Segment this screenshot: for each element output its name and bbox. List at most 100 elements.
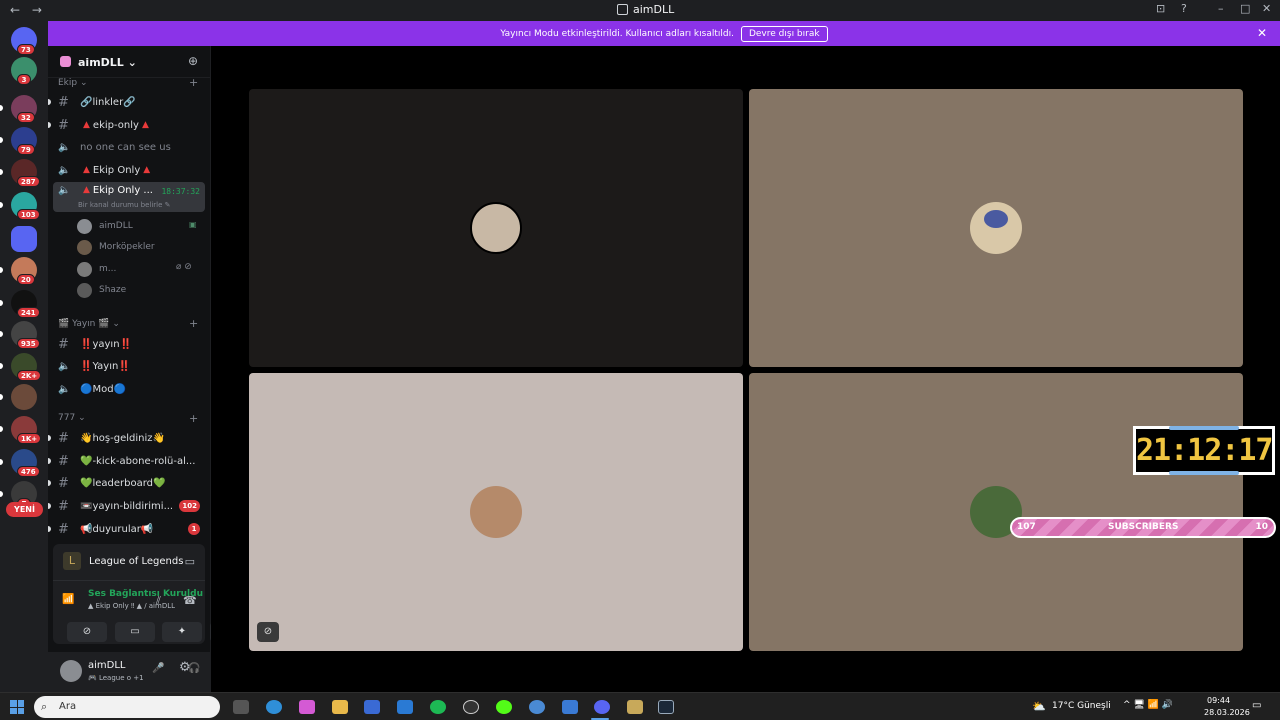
kick-icon[interactable] [496, 700, 512, 714]
server-icon[interactable] [11, 226, 37, 252]
search-icon: ⌕ [41, 700, 48, 713]
noise-suppression-icon[interactable]: ⫽ [156, 594, 161, 608]
channel-status[interactable]: Bir kanal durumu belirle ✎ [78, 201, 171, 209]
forward-arrow-icon[interactable]: → [32, 3, 42, 17]
unread-server-pill [0, 202, 3, 208]
text-channel-icon: # [58, 94, 69, 110]
voice-channel-name[interactable]: ▲ Ekip Only ‼ ▲ / aimDLL [88, 602, 175, 610]
back-arrow-icon[interactable]: ← [10, 3, 20, 17]
channel-duyurular[interactable]: # 📢duyurular📢 1 [53, 519, 205, 539]
banner-close-icon[interactable]: ✕ [1257, 26, 1267, 40]
steam-icon[interactable] [658, 700, 674, 714]
help-icon[interactable]: ? [1181, 2, 1187, 15]
game-name[interactable]: League of Legends [89, 556, 183, 567]
settings-icon[interactable]: ⚙ [179, 660, 191, 675]
minimize-button[interactable]: – [1218, 2, 1224, 15]
channel-kick-abone[interactable]: # 💚-kick-abone-rolü-al... [53, 451, 205, 471]
weather-text[interactable]: 17°C Güneşli [1052, 701, 1111, 711]
participant-tile[interactable]: ⊘ [249, 373, 743, 651]
channel-ekip-only-voice[interactable]: 🔈 ▲ Ekip Only ▲ [53, 160, 205, 180]
avatar-hat [984, 210, 1008, 228]
voice-member[interactable]: aimDLL [77, 217, 133, 235]
maximize-button[interactable]: □ [1240, 2, 1250, 15]
system-tray-icons[interactable]: ^ 🖥 📶 🔊 [1123, 700, 1173, 710]
warning-triangle-icon: ▲ [143, 165, 151, 175]
notification-icon[interactable]: ▭ [1252, 700, 1261, 711]
mic-icon[interactable]: 🎤 [152, 663, 164, 674]
clock-time[interactable]: 09:44 [1207, 696, 1230, 705]
avatar [470, 202, 522, 254]
task-view-icon[interactable] [233, 700, 249, 714]
add-member-icon[interactable]: ⊕ [188, 54, 198, 68]
disconnect-icon[interactable]: ☎ [183, 594, 197, 607]
unread-indicator [48, 99, 51, 105]
channel-linkler[interactable]: # 🔗linkler🔗 [53, 92, 205, 112]
edge-icon[interactable] [266, 700, 282, 714]
user-name[interactable]: aimDLL [88, 660, 126, 671]
unread-server-pill [0, 426, 3, 432]
close-window-button[interactable]: ✕ [1262, 2, 1271, 15]
channel-leaderboard[interactable]: # 💚leaderboard💚 [53, 473, 205, 493]
channel-label: 👋hoş-geldiniz👋 [80, 432, 165, 444]
store-icon[interactable] [364, 700, 380, 714]
participant-tile[interactable] [749, 373, 1243, 651]
channel-yayin-voice[interactable]: 🔈 ‼️Yayın‼️ [53, 356, 205, 376]
league-icon[interactable] [627, 700, 643, 714]
search-placeholder: Ara [59, 701, 77, 712]
windows-taskbar: ⌕ Ara ⛅ 17°C Güneşli ^ 🖥 📶 🔊 09:44 28.03… [0, 692, 1280, 720]
category-777[interactable]: 777 ⌄ [58, 413, 86, 423]
stream-game-icon[interactable]: ▭ [185, 555, 195, 568]
channel-no-one[interactable]: 🔈 no one can see us [53, 137, 205, 157]
voice-member[interactable]: Morköpekler [77, 238, 155, 256]
activities-button[interactable]: ✦ [162, 622, 202, 642]
obs-icon[interactable] [463, 700, 479, 714]
camera-button[interactable]: ⊘ [67, 622, 107, 642]
unread-server-pill [0, 267, 3, 273]
channel-yayin-bildirimi[interactable]: # 📼yayın-bildirimi... 102 [53, 496, 205, 516]
app-icon[interactable] [562, 700, 578, 714]
inbox-icon[interactable]: ⊡ [1156, 2, 1165, 15]
disable-streamer-mode-button[interactable]: Devre dışı bırak [740, 25, 828, 42]
server-icon[interactable] [11, 384, 37, 410]
participant-tile[interactable] [249, 89, 743, 367]
voice-member[interactable]: m... [77, 260, 116, 278]
voice-channel-icon: 🔈 [58, 141, 71, 153]
channel-mod[interactable]: 🔈 🔵Mod🔵 [53, 379, 205, 399]
chrome-icon[interactable] [529, 700, 545, 714]
channel-ekip-only-active[interactable]: 🔈 ▲ Ekip Only ... 18:37:32 Bir kanal dur… [53, 182, 205, 212]
stream-off-icon[interactable]: ⊘ [257, 622, 279, 642]
guild-header[interactable]: aimDLL ⌄ ⊕ [48, 46, 210, 78]
unread-server-pill [0, 105, 3, 111]
file-explorer-icon[interactable] [332, 700, 348, 714]
clock-date[interactable]: 28.03.2026 [1204, 708, 1250, 717]
server-notification-badge: 32 [17, 112, 35, 123]
voice-stage: ⊘ [211, 46, 1280, 692]
server-notification-badge: 287 [17, 176, 40, 187]
unread-indicator [48, 435, 51, 441]
screen-share-button[interactable]: ▭ [115, 622, 155, 642]
spotify-icon[interactable] [430, 700, 446, 714]
add-channel-icon[interactable]: + [189, 317, 198, 330]
channel-label: 📢duyurular📢 [80, 523, 154, 535]
avatar [77, 282, 92, 298]
category-ekip[interactable]: Ekip ⌄ [58, 78, 88, 88]
voice-member[interactable]: Shaze [77, 281, 126, 299]
copilot-icon[interactable] [299, 700, 315, 714]
participant-tile[interactable] [749, 89, 1243, 367]
add-channel-icon[interactable]: + [189, 76, 198, 89]
discord-icon[interactable] [594, 700, 610, 714]
category-yayin[interactable]: 🎬 Yayın 🎬 ⌄ [58, 319, 120, 329]
new-badge[interactable]: YENİ [6, 502, 43, 517]
avatar[interactable] [60, 660, 82, 682]
signal-icon: 📶 [62, 594, 75, 605]
avatar [470, 486, 522, 538]
add-channel-icon[interactable]: + [189, 412, 198, 425]
channel-yayin[interactable]: # ‼️yayın‼️ [53, 334, 205, 354]
channel-hos-geldiniz[interactable]: # 👋hoş-geldiniz👋 [53, 428, 205, 448]
channel-ekip-only[interactable]: # ▲ ekip-only ▲ [53, 115, 205, 135]
mail-icon[interactable] [397, 700, 413, 714]
unread-indicator [48, 458, 51, 464]
taskbar-search[interactable]: ⌕ Ara [34, 696, 220, 718]
voice-channel-icon: 🔈 [58, 383, 71, 395]
start-icon[interactable] [10, 700, 24, 714]
